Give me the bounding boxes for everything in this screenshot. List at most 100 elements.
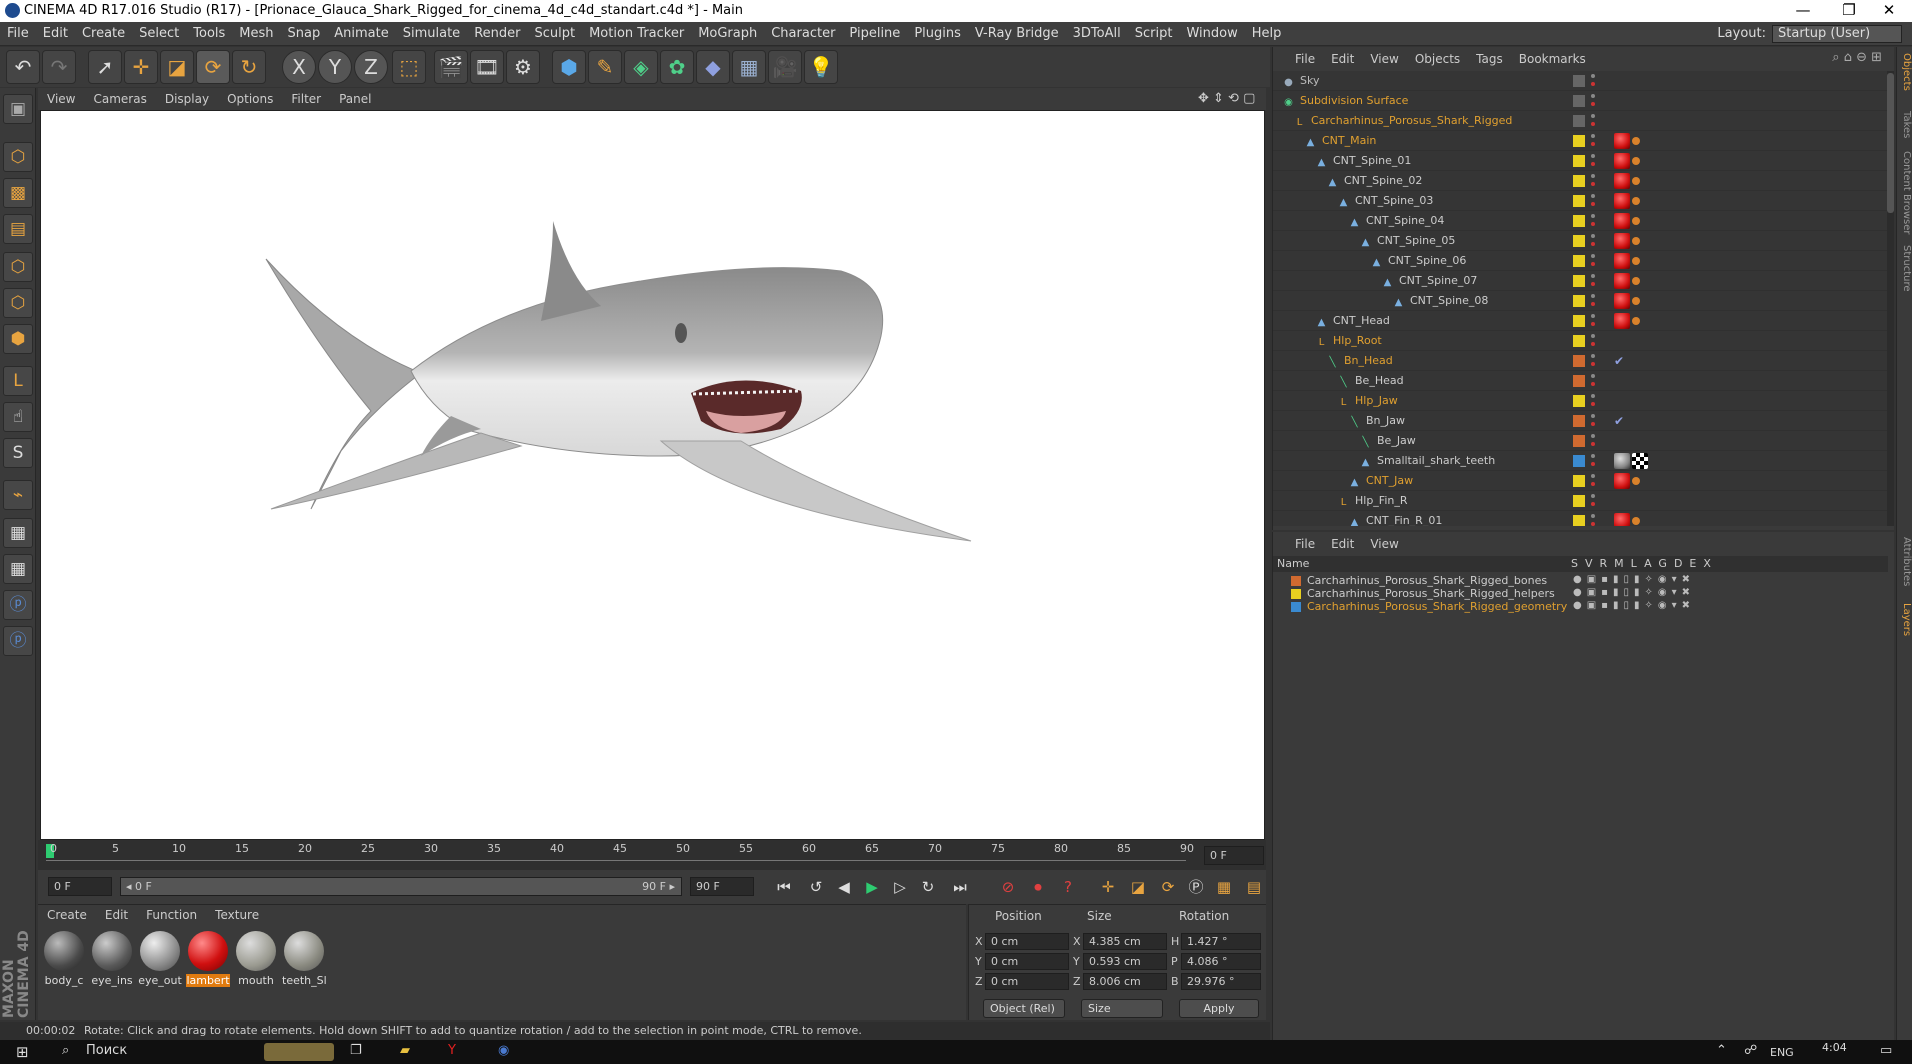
enable-snap-icon[interactable]: ⌁: [3, 480, 33, 510]
layer-color-swatch[interactable]: [1573, 115, 1585, 127]
render-visibility-dot[interactable]: [1591, 242, 1595, 246]
redo-icon[interactable]: ↷: [42, 50, 76, 84]
layer-color-swatch[interactable]: [1573, 355, 1585, 367]
material-swatch[interactable]: mouth: [234, 929, 278, 989]
object-row[interactable]: ▲ CNT_Spine_02: [1273, 171, 1888, 191]
editor-visibility-dot[interactable]: [1591, 154, 1595, 158]
rotate-icon[interactable]: ⟳: [196, 50, 230, 84]
side-tab-objects[interactable]: Objects: [1898, 53, 1912, 91]
layer-color-swatch[interactable]: [1573, 435, 1585, 447]
size-z-field[interactable]: 8.006 cm: [1083, 973, 1167, 990]
layer-color-swatch[interactable]: [1573, 335, 1585, 347]
side-tab-layers[interactable]: Layers: [1898, 603, 1912, 636]
object-row[interactable]: ╲ Bn_Jaw ✔: [1273, 411, 1888, 431]
layer-color-swatch[interactable]: [1573, 495, 1585, 507]
apply-button[interactable]: Apply: [1179, 999, 1259, 1018]
material-swatch[interactable]: eye_ins: [90, 929, 134, 989]
editor-visibility-dot[interactable]: [1591, 174, 1595, 178]
object-row[interactable]: ▲ CNT_Spine_08: [1273, 291, 1888, 311]
render-picture-viewer-icon[interactable]: 🎞: [470, 50, 504, 84]
viewport-menu-cameras[interactable]: Cameras: [84, 88, 155, 110]
layer-menu-edit[interactable]: Edit: [1323, 532, 1362, 556]
editor-visibility-dot[interactable]: [1591, 414, 1595, 418]
constraint-tag-icon[interactable]: [1632, 517, 1640, 525]
viewport-navigate-icons[interactable]: ✥ ⇕ ⟲ ▢: [1198, 91, 1255, 106]
constraint-tag-icon[interactable]: [1632, 157, 1640, 165]
size-y-field[interactable]: 0.593 cm: [1083, 953, 1167, 970]
object-row[interactable]: ▲ CNT_Head: [1273, 311, 1888, 331]
previous-key-icon[interactable]: ↺: [804, 875, 828, 899]
layer-color-swatch[interactable]: [1573, 375, 1585, 387]
display-tag-icon[interactable]: [1614, 213, 1630, 229]
coordinate-system-icon[interactable]: ⬚: [392, 50, 426, 84]
play-forward-icon[interactable]: ▶: [860, 875, 884, 899]
menu-pipeline[interactable]: Pipeline: [842, 22, 907, 46]
material-menu-edit[interactable]: Edit: [96, 905, 137, 925]
object-row[interactable]: L Hlp_Root: [1273, 331, 1888, 351]
z-axis-icon[interactable]: Z: [354, 50, 388, 84]
editor-visibility-dot[interactable]: [1591, 254, 1595, 258]
display-tag-icon[interactable]: [1614, 473, 1630, 489]
constraint-tag-icon[interactable]: [1632, 277, 1640, 285]
display-tag-icon[interactable]: [1614, 273, 1630, 289]
side-tab-attributes[interactable]: Attributes: [1898, 537, 1912, 586]
editor-visibility-dot[interactable]: [1591, 334, 1595, 338]
constraint-tag-icon[interactable]: [1632, 477, 1640, 485]
layer-color-swatch[interactable]: [1573, 215, 1585, 227]
render-visibility-dot[interactable]: [1591, 442, 1595, 446]
object-row[interactable]: ╲ Be_Jaw: [1273, 431, 1888, 451]
taskbar-search-text[interactable]: Поиск: [86, 1043, 127, 1058]
search-icon[interactable]: ⌕ ⌂ ⊖ ⊞: [1832, 50, 1882, 65]
editor-visibility-dot[interactable]: [1591, 234, 1595, 238]
display-tag-icon[interactable]: [1614, 173, 1630, 189]
menu-script[interactable]: Script: [1128, 22, 1180, 46]
layer-color-swatch[interactable]: [1573, 135, 1585, 147]
yandex-browser-icon[interactable]: Y: [448, 1043, 456, 1058]
editor-visibility-dot[interactable]: [1591, 74, 1595, 78]
object-row[interactable]: ● Sky: [1273, 71, 1888, 91]
editor-visibility-dot[interactable]: [1591, 94, 1595, 98]
layer-color-swatch[interactable]: [1573, 175, 1585, 187]
display-tag-icon[interactable]: [1614, 133, 1630, 149]
editor-visibility-dot[interactable]: [1591, 194, 1595, 198]
menu-snap[interactable]: Snap: [281, 22, 328, 46]
workplane-mode-icon[interactable]: ▤: [3, 214, 33, 244]
taskbar-clock[interactable]: 4:04: [1822, 1041, 1847, 1054]
menu-mograph[interactable]: MoGraph: [691, 22, 764, 46]
material-swatch[interactable]: eye_out: [138, 929, 182, 989]
object-row[interactable]: ▲ CNT_Main: [1273, 131, 1888, 151]
layer-color-swatch[interactable]: [1573, 455, 1585, 467]
uvw-tag-icon[interactable]: [1632, 453, 1648, 469]
menu-mesh[interactable]: Mesh: [232, 22, 280, 46]
render-visibility-dot[interactable]: [1591, 222, 1595, 226]
constraint-tag-icon[interactable]: [1632, 317, 1640, 325]
layer-color-swatch[interactable]: [1573, 95, 1585, 107]
layer-row[interactable]: Carcharhinus_Porosus_Shark_Rigged_geomet…: [1273, 600, 1888, 615]
axis-mode-icon[interactable]: L: [3, 366, 33, 396]
layer-name[interactable]: Carcharhinus_Porosus_Shark_Rigged_helper…: [1307, 587, 1555, 600]
menu-select[interactable]: Select: [132, 22, 186, 46]
render-settings-icon[interactable]: ⚙: [506, 50, 540, 84]
material-menu-function[interactable]: Function: [137, 905, 206, 925]
render-visibility-dot[interactable]: [1591, 202, 1595, 206]
render-view-icon[interactable]: 🎬: [434, 50, 468, 84]
input-language[interactable]: ENG: [1770, 1046, 1794, 1059]
layer-color-swatch[interactable]: [1573, 275, 1585, 287]
timeline-ruler[interactable]: 0 5 10 15 20 25 30 35 40 45 50 55 60 65 …: [38, 840, 1266, 870]
rotation-p-field[interactable]: 4.086 °: [1181, 953, 1261, 970]
render-visibility-dot[interactable]: [1591, 82, 1595, 86]
planar-workplane-icon[interactable]: ▦: [3, 554, 33, 584]
render-visibility-dot[interactable]: [1591, 502, 1595, 506]
viewport-menu-options[interactable]: Options: [218, 88, 282, 110]
render-visibility-dot[interactable]: [1591, 422, 1595, 426]
menu-simulate[interactable]: Simulate: [396, 22, 467, 46]
render-visibility-dot[interactable]: [1591, 342, 1595, 346]
render-visibility-dot[interactable]: [1591, 462, 1595, 466]
viewport-menu-panel[interactable]: Panel: [330, 88, 380, 110]
ik-tag-icon[interactable]: ✔: [1614, 353, 1630, 369]
render-visibility-dot[interactable]: [1591, 102, 1595, 106]
object-row[interactable]: ▲ CNT_Spine_01: [1273, 151, 1888, 171]
current-frame-field[interactable]: 0 F: [1204, 846, 1264, 865]
render-visibility-dot[interactable]: [1591, 522, 1595, 526]
python-script-icon[interactable]: ⓟ: [3, 590, 33, 620]
